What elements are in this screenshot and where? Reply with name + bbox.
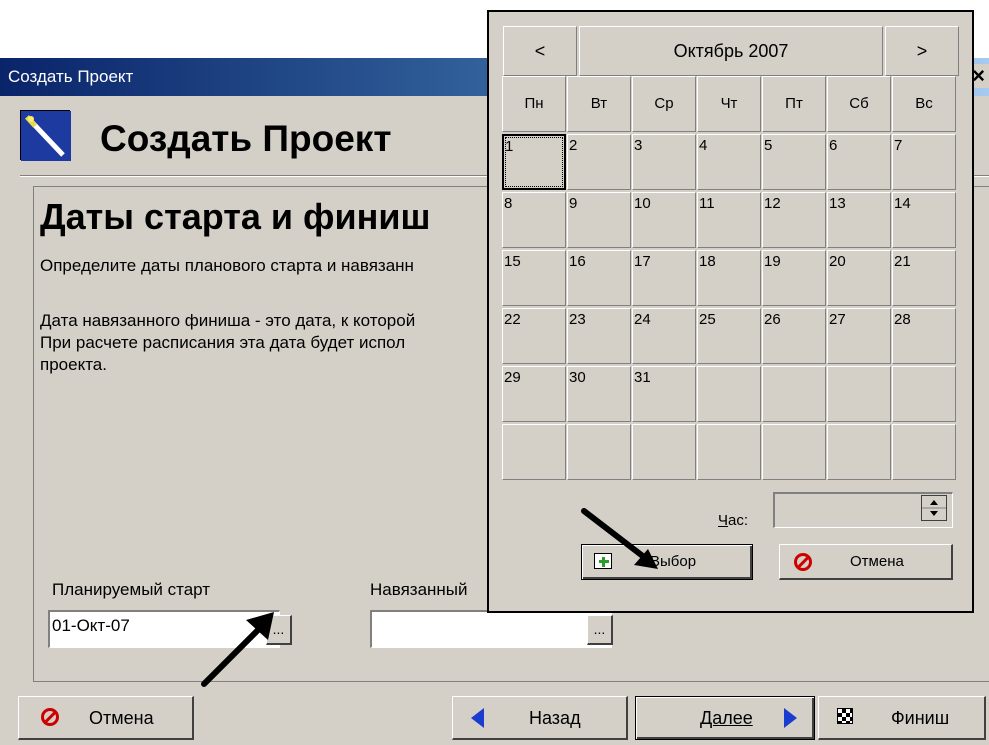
day-cell[interactable]: 5: [762, 134, 826, 190]
week-row: [502, 424, 956, 482]
cancel-button[interactable]: Отмена: [18, 696, 194, 740]
weekday-label: Ср: [632, 76, 696, 132]
day-cell[interactable]: 14: [892, 192, 956, 248]
calendar-cancel-button-label: Отмена: [850, 553, 904, 570]
description-line: При расчете расписания эта дата будет ис…: [40, 333, 406, 352]
description-text: Определите даты планового старта и навяз…: [40, 256, 414, 275]
day-cell[interactable]: 30: [567, 366, 631, 422]
day-cell[interactable]: 26: [762, 308, 826, 364]
weekday-header-row: Пн Вт Ср Чт Пт Сб Вс: [502, 76, 956, 134]
weekday-label: Вс: [892, 76, 956, 132]
week-row: 29 30 31: [502, 366, 956, 424]
week-row: 8 9 10 11 12 13 14: [502, 192, 956, 250]
description-line: Дата навязанного финиша - это дата, к ко…: [40, 311, 416, 330]
next-arrow-icon: [784, 708, 797, 728]
day-cell[interactable]: 25: [697, 308, 761, 364]
day-cell-empty: [567, 424, 631, 480]
day-cell[interactable]: 15: [502, 250, 566, 306]
weekday-label: Вт: [567, 76, 631, 132]
previous-month-button[interactable]: <: [503, 26, 577, 76]
weekday-label: Чт: [697, 76, 761, 132]
day-cell[interactable]: 23: [567, 308, 631, 364]
day-cell[interactable]: 10: [632, 192, 696, 248]
next-button-label: Далее: [700, 708, 753, 728]
weekday-label: Пт: [762, 76, 826, 132]
day-cell[interactable]: 6: [827, 134, 891, 190]
hour-label-accelerator: Ч: [718, 512, 728, 529]
day-cell-empty: [762, 424, 826, 480]
imposed-finish-picker-button[interactable]: ...: [587, 615, 613, 645]
day-cell[interactable]: 9: [567, 192, 631, 248]
day-cell[interactable]: 21: [892, 250, 956, 306]
day-cell[interactable]: 19: [762, 250, 826, 306]
day-cell[interactable]: 20: [827, 250, 891, 306]
annotation-arrow-picker: [201, 612, 274, 687]
annotation-arrow-select: [581, 508, 658, 569]
calendar-cancel-button[interactable]: Отмена: [779, 544, 953, 580]
day-cell[interactable]: 4: [697, 134, 761, 190]
back-arrow-icon: [471, 708, 484, 728]
finish-button[interactable]: Финиш: [818, 696, 986, 740]
day-cell[interactable]: 3: [632, 134, 696, 190]
magic-wand-icon: [20, 110, 71, 161]
day-cell[interactable]: 12: [762, 192, 826, 248]
planned-start-label: Планируемый старт: [52, 580, 211, 599]
day-cell-empty: [632, 424, 696, 480]
calendar-popup: < Октябрь 2007 > Пн Вт Ср Чт Пт Сб Вс 1 …: [487, 10, 974, 613]
imposed-finish-label: Навязанный: [370, 580, 468, 599]
description-paragraph: Дата навязанного финиша - это дата, к ко…: [40, 310, 415, 376]
week-row: 22 23 24 25 26 27 28: [502, 308, 956, 366]
hour-spinner[interactable]: [921, 495, 947, 521]
section-title: Даты старта и финиш: [40, 196, 431, 237]
cancel-button-label: Отмена: [89, 708, 154, 728]
day-cell-empty: [827, 424, 891, 480]
cancel-icon: [41, 708, 59, 726]
back-button-label: Назад: [529, 708, 581, 728]
day-cell[interactable]: 2: [567, 134, 631, 190]
window-title: Создать Проект: [8, 67, 134, 86]
weekday-label: Пн: [502, 76, 566, 132]
day-cell-selected[interactable]: 1: [502, 134, 566, 190]
day-cell-empty: [892, 366, 956, 422]
day-cell-empty: [892, 424, 956, 480]
day-cell-empty: [762, 366, 826, 422]
back-button[interactable]: Назад: [452, 696, 628, 740]
description-line: проекта.: [40, 355, 107, 374]
next-month-button[interactable]: >: [885, 26, 959, 76]
week-row: 15 16 17 18 19 20 21: [502, 250, 956, 308]
day-cell[interactable]: 28: [892, 308, 956, 364]
day-cell[interactable]: 24: [632, 308, 696, 364]
day-cell[interactable]: 27: [827, 308, 891, 364]
day-cell[interactable]: 11: [697, 192, 761, 248]
header-title: Создать Проект: [100, 118, 392, 159]
day-cell[interactable]: 31: [632, 366, 696, 422]
hour-label-text: ас:: [728, 512, 749, 529]
day-cell[interactable]: 7: [892, 134, 956, 190]
weekday-label: Сб: [827, 76, 891, 132]
day-cell[interactable]: 29: [502, 366, 566, 422]
day-cell-empty: [502, 424, 566, 480]
day-cell[interactable]: 16: [567, 250, 631, 306]
week-row: 1 2 3 4 5 6 7: [502, 134, 956, 192]
day-cell-empty: [697, 424, 761, 480]
cancel-icon: [794, 553, 812, 571]
day-cell-empty: [697, 366, 761, 422]
next-button[interactable]: Далее: [635, 696, 815, 740]
hour-label: Час:: [718, 512, 748, 529]
day-cell[interactable]: 13: [827, 192, 891, 248]
month-year-label: Октябрь 2007: [579, 26, 883, 76]
day-cell-empty: [827, 366, 891, 422]
imposed-finish-input[interactable]: [370, 610, 612, 648]
checkered-flag-icon: [837, 708, 853, 724]
day-cell[interactable]: 8: [502, 192, 566, 248]
day-cell[interactable]: 17: [632, 250, 696, 306]
finish-button-label: Финиш: [891, 708, 950, 728]
day-cell[interactable]: 22: [502, 308, 566, 364]
day-cell[interactable]: 18: [697, 250, 761, 306]
